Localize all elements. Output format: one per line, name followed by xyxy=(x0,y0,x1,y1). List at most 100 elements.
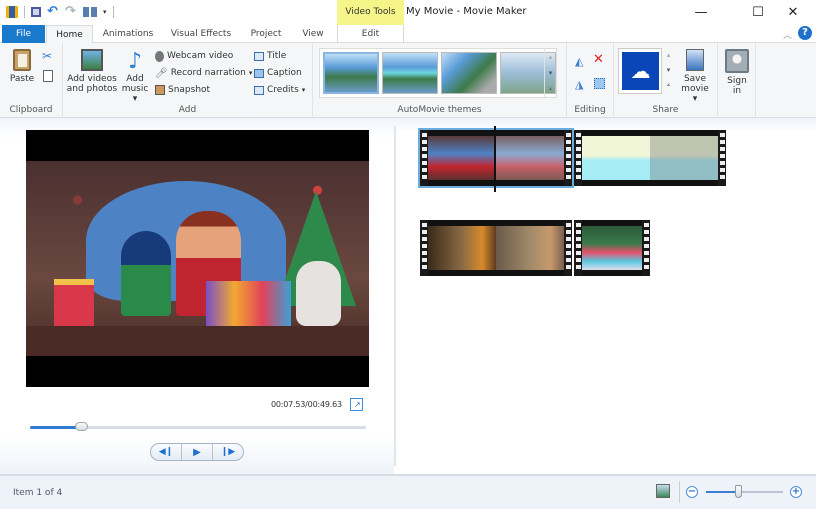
title-button[interactable]: Title xyxy=(254,49,286,63)
clip-frame xyxy=(496,136,564,180)
zoom-slider-thumb[interactable] xyxy=(735,485,743,498)
microphone-icon: 🎤︎ xyxy=(155,67,168,79)
snapshot-label: Snapshot xyxy=(168,85,211,95)
scroll-up-icon[interactable]: ▴ xyxy=(664,48,673,63)
snapshot-button[interactable]: Snapshot xyxy=(155,83,210,97)
webcam-label: Webcam video xyxy=(167,51,234,61)
tab-home[interactable]: Home xyxy=(46,25,93,44)
tab-edit[interactable]: Edit xyxy=(337,25,404,43)
qat-separator-2 xyxy=(112,6,114,18)
thumbnail-size-icon[interactable] xyxy=(656,484,670,498)
previous-frame-button[interactable]: ◀❙ xyxy=(151,444,182,460)
storyboard xyxy=(396,118,816,474)
clipboard-icon xyxy=(13,49,31,71)
clip-christmas-stockings[interactable] xyxy=(574,220,650,276)
music-note-icon: ♪ xyxy=(127,49,143,74)
clip-christmas-family[interactable] xyxy=(418,128,574,188)
remove-icon[interactable]: ✕ xyxy=(593,52,604,67)
scroll-down-icon[interactable]: ▾ xyxy=(545,65,556,81)
webcam-video-button[interactable]: Webcam video xyxy=(155,49,233,63)
film-sprocket-strip xyxy=(642,220,650,276)
clip-frame xyxy=(582,226,642,270)
caption-label: Caption xyxy=(267,68,302,78)
preview-pane: 00:07.53/00:49.63 ↗ ◀❙ ▶ ❙▶ xyxy=(0,118,394,474)
editing-group: ◭ ✕ ◮ Editing xyxy=(567,43,614,118)
scissors-icon[interactable]: ✂ xyxy=(42,49,52,63)
film-sprocket-strip xyxy=(564,130,572,186)
save-icon[interactable] xyxy=(31,7,41,17)
tab-file[interactable]: File xyxy=(2,25,45,43)
clip-snowmen-village[interactable] xyxy=(574,130,726,186)
help-icon[interactable]: ? xyxy=(798,26,812,40)
save-movie-label-2: movie ▾ xyxy=(681,84,709,104)
narration-label: Record narration xyxy=(170,68,246,78)
paste-label: Paste xyxy=(9,74,35,84)
save-movie-button[interactable]: Save movie ▾ xyxy=(678,49,712,104)
record-narration-button[interactable]: 🎤︎ Record narration ▾ xyxy=(155,66,252,80)
film-sprocket-strip xyxy=(718,130,726,186)
rotate-left-icon[interactable]: ◭ xyxy=(575,55,583,68)
credits-button[interactable]: Credits ▾ xyxy=(254,83,305,97)
sign-in-label-2: in xyxy=(732,86,742,96)
tab-animations[interactable]: Animations xyxy=(96,25,160,43)
play-icon: ▶ xyxy=(193,446,201,458)
sign-in-label-1: Sign xyxy=(727,76,747,86)
play-button[interactable]: ▶ xyxy=(182,444,213,460)
customize-qat-icon[interactable]: ▾ xyxy=(103,8,107,16)
video-preview[interactable] xyxy=(26,130,369,387)
storyboard-playhead[interactable] xyxy=(494,126,496,192)
app-film-icon[interactable] xyxy=(6,6,18,18)
add-music-label-1: Add xyxy=(126,74,144,84)
clipboard-group-label: Clipboard xyxy=(9,105,53,115)
theme-cinematic-thumb[interactable] xyxy=(441,52,497,94)
presents-pile xyxy=(206,281,291,326)
gallery-expand-icon[interactable]: ⩡ xyxy=(664,78,673,93)
seek-bar[interactable] xyxy=(30,422,366,431)
credits-label: Credits xyxy=(267,85,299,95)
next-frame-button[interactable]: ❙▶ xyxy=(213,444,243,460)
woman-figure xyxy=(121,231,171,316)
share-gallery-scroll[interactable]: ▴ ▾ ⩡ xyxy=(664,48,673,94)
tab-project[interactable]: Project xyxy=(242,25,290,43)
gallery-scroll[interactable]: ▴ ▾ ⩡ xyxy=(544,49,556,97)
clipboard-group: Paste ✂ Clipboard xyxy=(0,43,63,118)
add-videos-label-2: and photos xyxy=(66,84,118,94)
rotate-right-icon[interactable]: ◮ xyxy=(575,78,583,91)
aspect-ratio-icon[interactable] xyxy=(83,7,97,17)
quick-access-toolbar: ↶ ↷ ▾ xyxy=(6,4,114,20)
redo-icon[interactable]: ↷ xyxy=(65,5,77,18)
zoom-slider-fill xyxy=(706,491,739,493)
preview-frame-image xyxy=(26,161,369,356)
scroll-up-icon[interactable]: ▴ xyxy=(545,49,556,65)
zoom-out-button[interactable]: − xyxy=(686,486,698,498)
theme-default-thumb[interactable] xyxy=(323,52,379,94)
close-button[interactable]: ✕ xyxy=(770,0,816,25)
minimize-button[interactable]: — xyxy=(678,0,724,25)
clip-fireplace-room[interactable] xyxy=(420,220,572,276)
undo-icon[interactable]: ↶ xyxy=(47,5,59,18)
paste-button[interactable]: Paste xyxy=(6,49,38,84)
add-videos-photos-button[interactable]: Add videos and photos xyxy=(66,49,118,94)
tab-visual-effects[interactable]: Visual Effects xyxy=(163,25,239,43)
film-sprocket-strip xyxy=(574,130,582,186)
onedrive-icon[interactable]: ☁ xyxy=(622,52,659,90)
caption-button[interactable]: Caption xyxy=(254,66,302,80)
collapse-ribbon-icon[interactable]: ︿ xyxy=(783,28,792,41)
copy-icon[interactable] xyxy=(43,70,53,82)
zoom-in-button[interactable]: + xyxy=(790,486,802,498)
film-sprocket-strip xyxy=(574,220,582,276)
gallery-expand-icon[interactable]: ⩡ xyxy=(545,81,556,97)
theme-contemporary-thumb[interactable] xyxy=(382,52,438,94)
tab-view[interactable]: View xyxy=(293,25,333,43)
share-group: ☁ ▴ ▾ ⩡ Save movie ▾ Share xyxy=(614,43,718,118)
add-music-button[interactable]: ♪ Add music ▾ xyxy=(119,49,151,104)
select-all-icon[interactable] xyxy=(594,78,605,89)
fullscreen-preview-icon[interactable]: ↗ xyxy=(350,398,363,411)
scroll-down-icon[interactable]: ▾ xyxy=(664,63,673,78)
seek-bar-thumb[interactable] xyxy=(74,422,88,431)
item-count-text: Item 1 of 4 xyxy=(13,488,63,498)
playback-time: 00:07.53/00:49.63 xyxy=(271,400,342,409)
themes-group-label: AutoMovie themes xyxy=(397,105,482,115)
zoom-slider[interactable] xyxy=(706,485,783,498)
sign-in-button[interactable]: Sign in xyxy=(723,49,751,96)
